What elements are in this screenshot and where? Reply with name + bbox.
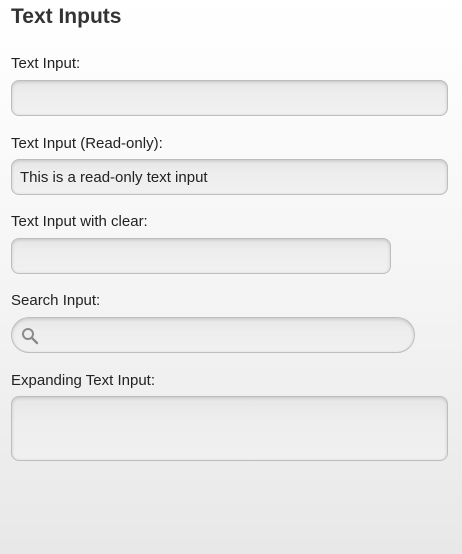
clear-input-field-wrapper <box>11 238 391 274</box>
search-icon <box>22 328 39 345</box>
readonly-input-field[interactable] <box>12 160 447 194</box>
search-input-label: Search Input: <box>11 292 101 309</box>
search-input-field-wrapper <box>11 317 415 353</box>
expanding-input-label: Expanding Text Input: <box>11 372 155 389</box>
search-input-field[interactable] <box>12 318 414 352</box>
readonly-input-label: Text Input (Read-only): <box>11 135 163 152</box>
expanding-textarea[interactable] <box>12 397 447 460</box>
expanding-input-field-wrapper <box>11 396 448 461</box>
clear-input-field[interactable] <box>12 239 390 273</box>
text-input-field[interactable] <box>12 81 447 115</box>
page-title: Text Inputs <box>11 5 122 28</box>
text-input-field-wrapper <box>11 80 448 116</box>
text-input-label: Text Input: <box>11 55 81 72</box>
clear-input-label: Text Input with clear: <box>11 213 148 230</box>
readonly-input-field-wrapper <box>11 159 448 195</box>
